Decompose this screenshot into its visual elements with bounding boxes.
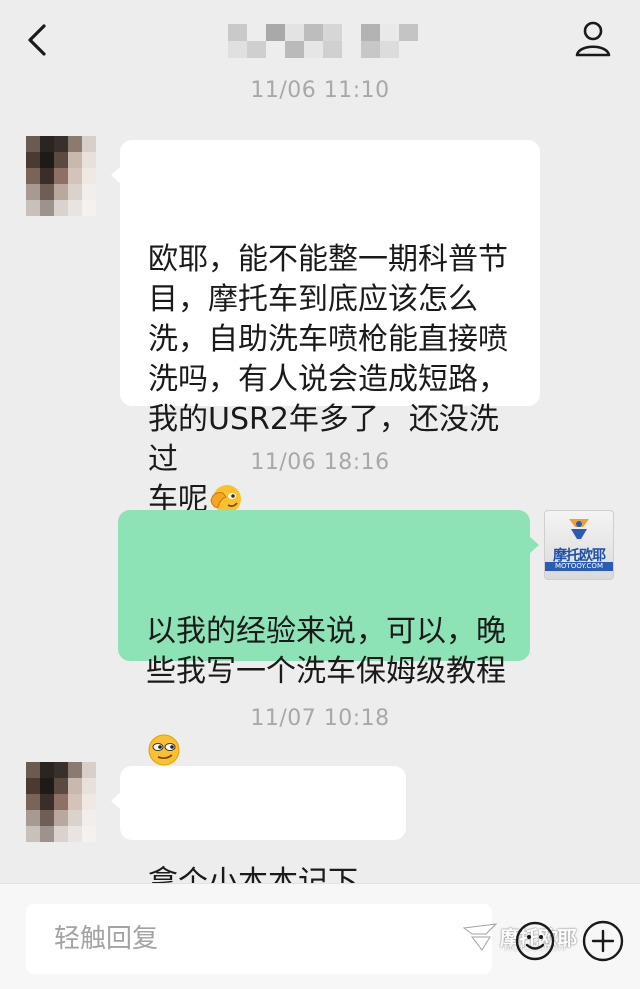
mosaic-cell [285, 24, 304, 41]
mosaic-cell [26, 200, 40, 216]
mosaic-cell [82, 794, 96, 810]
mosaic-cell [54, 152, 68, 168]
own-avatar-logo[interactable]: 摩托欧耶 MOTOOY.COM [544, 510, 614, 580]
reply-bar: 摩托欧耶 MOTOOY.COM [0, 883, 640, 989]
mosaic-cell [40, 778, 54, 794]
mosaic-cell [285, 41, 304, 58]
mosaic-cell [342, 41, 361, 58]
mosaic-cell [68, 200, 82, 216]
mosaic-cell [323, 24, 342, 41]
bubble-tail [529, 536, 539, 554]
mosaic-cell [26, 778, 40, 794]
mosaic-cell [54, 136, 68, 152]
mosaic-cell [82, 778, 96, 794]
mosaic-cell [40, 762, 54, 778]
mosaic-cell [68, 778, 82, 794]
mosaic-cell [26, 794, 40, 810]
mosaic-cell [40, 152, 54, 168]
bubble-tail [111, 166, 121, 184]
mosaic-cell [266, 24, 285, 41]
mosaic-cell [54, 200, 68, 216]
mosaic-cell [82, 762, 96, 778]
incoming-message-bubble[interactable]: 拿个小本本记下来 [111, 766, 406, 940]
mosaic-cell [304, 24, 323, 41]
reply-input[interactable] [26, 904, 492, 974]
mosaic-cell [247, 24, 266, 41]
mosaic-cell [361, 41, 380, 58]
mosaic-cell [304, 41, 323, 58]
contact-avatar-pixelated[interactable] [26, 136, 96, 216]
mosaic-cell [26, 168, 40, 184]
mosaic-cell [54, 778, 68, 794]
mosaic-cell [54, 810, 68, 826]
mosaic-cell [68, 826, 82, 842]
mosaic-cell [54, 794, 68, 810]
mosaic-cell [40, 184, 54, 200]
contact-avatar-pixelated[interactable] [26, 762, 96, 842]
mosaic-cell [266, 41, 285, 58]
mosaic-cell [399, 41, 418, 58]
mosaic-cell [40, 810, 54, 826]
mosaic-cell [40, 136, 54, 152]
mosaic-cell [380, 24, 399, 41]
mosaic-cell [247, 41, 266, 58]
mosaic-cell [82, 184, 96, 200]
mosaic-cell [68, 168, 82, 184]
mosaic-cell [68, 184, 82, 200]
mosaic-cell [228, 41, 247, 58]
mosaic-cell [68, 810, 82, 826]
mosaic-cell [82, 168, 96, 184]
chevron-left-icon[interactable] [20, 18, 56, 62]
mosaic-cell [40, 826, 54, 842]
mosaic-cell [40, 168, 54, 184]
bubble-tail [111, 792, 121, 810]
mosaic-cell [342, 24, 361, 41]
mosaic-cell [82, 200, 96, 216]
mosaic-cell [399, 24, 418, 41]
mosaic-cell [26, 826, 40, 842]
contact-name-pixelated [228, 24, 418, 58]
mosaic-cell [68, 136, 82, 152]
own-avatar-domain: MOTOOY.COM [545, 562, 613, 571]
mosaic-cell [40, 794, 54, 810]
mosaic-cell [26, 136, 40, 152]
mosaic-cell [82, 826, 96, 842]
mosaic-cell [68, 152, 82, 168]
mosaic-cell [54, 762, 68, 778]
message-timestamp: 11/06 11:10 [250, 78, 390, 103]
mosaic-cell [323, 41, 342, 58]
message-text: 欧耶，能不能整一期科普节 目，摩托车到底应该怎么 洗，自助洗车喷枪能直接喷 洗吗… [148, 242, 508, 517]
plus-circle-icon[interactable] [580, 918, 626, 964]
chat-header [0, 0, 640, 82]
message-timestamp: 11/06 18:16 [250, 450, 390, 475]
mosaic-cell [228, 24, 247, 41]
mosaic-cell [26, 152, 40, 168]
mosaic-cell [26, 184, 40, 200]
mosaic-cell [26, 810, 40, 826]
mosaic-cell [82, 810, 96, 826]
mosaic-cell [54, 168, 68, 184]
mosaic-cell [54, 826, 68, 842]
incoming-message-bubble[interactable]: 欧耶，能不能整一期科普节 目，摩托车到底应该怎么 洗，自助洗车喷枪能直接喷 洗吗… [111, 140, 540, 517]
mosaic-cell [40, 200, 54, 216]
message-timestamp: 11/07 10:18 [250, 706, 390, 731]
person-icon[interactable] [572, 18, 614, 60]
mosaic-cell [68, 762, 82, 778]
logo-mark-icon [569, 519, 589, 539]
mosaic-cell [380, 41, 399, 58]
mosaic-cell [361, 24, 380, 41]
message-text: 以我的经验来说，可以，晚 些我写一个洗车保姆级教程 [146, 614, 506, 689]
mosaic-cell [68, 794, 82, 810]
mosaic-cell [82, 136, 96, 152]
outgoing-message-bubble[interactable]: 以我的经验来说，可以，晚 些我写一个洗车保姆级教程 [118, 510, 539, 766]
mosaic-cell [82, 152, 96, 168]
smirk-emoji-icon [148, 734, 180, 766]
mosaic-cell [26, 762, 40, 778]
smiley-icon[interactable] [514, 920, 556, 962]
mosaic-cell [54, 184, 68, 200]
